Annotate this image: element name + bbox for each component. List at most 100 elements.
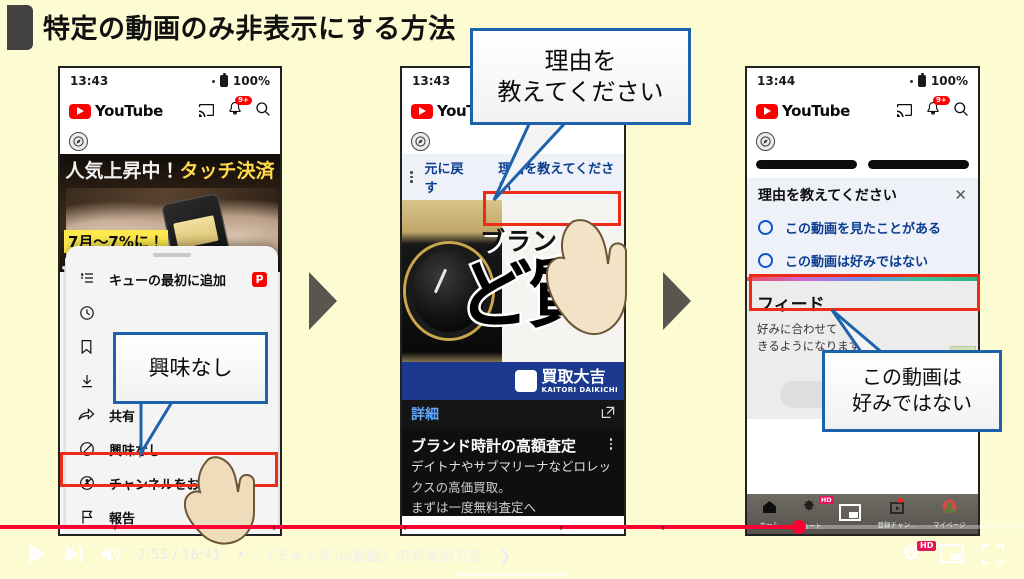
status-battery-1: 100% <box>232 74 270 88</box>
video-desc-line3: まずは一度無料査定へ <box>411 499 537 515</box>
explore-compass-icon[interactable] <box>756 131 775 151</box>
callout-konomi: この動画は 好みではない <box>822 350 1002 432</box>
callout-riyuu-text: 理由を 教えてください <box>497 46 663 107</box>
ad-banner: 買取大吉 KAITORI DAIKICHI <box>402 362 624 400</box>
youtube-header-3: YouTube 9+ <box>747 94 978 128</box>
avatar-icon <box>942 499 957 518</box>
reason-option-watched[interactable]: この動画を見たことがある <box>747 211 978 244</box>
sheet-grip[interactable] <box>153 253 191 257</box>
video-title-2: ブランド時計の高額査定 <box>411 437 577 455</box>
banner-jp: 買取大吉 <box>541 366 606 386</box>
youtube-logo-1: YouTube <box>69 102 163 120</box>
fullscreen-icon[interactable] <box>981 543 1005 568</box>
next-icon[interactable] <box>64 544 84 568</box>
chip-row-1 <box>60 128 280 154</box>
play-icon[interactable] <box>26 542 48 570</box>
flag-icon <box>77 509 96 525</box>
search-icon[interactable] <box>953 101 969 121</box>
ad-headline-white: 人気上昇中！ <box>65 160 180 182</box>
pip-icon <box>838 503 861 525</box>
banner-en: KAITORI DAIKICHI <box>541 385 618 394</box>
callout-riyuu: 理由を 教えてください <box>470 28 691 125</box>
notification-badge-1: 9+ <box>235 96 252 105</box>
video-info-2: ブランド時計の高額査定 デイトナやサブマリーナなどロレッ クスの高価買取。 まず… <box>402 428 624 516</box>
premium-badge: P <box>252 271 267 287</box>
queue-icon <box>77 272 96 286</box>
more-options-icon[interactable] <box>407 171 416 183</box>
explore-compass-icon[interactable] <box>69 131 88 151</box>
youtube-play-icon <box>411 103 433 119</box>
status-time-1: 13:43 <box>70 74 109 88</box>
step-arrow-1-icon <box>309 272 337 330</box>
clock-icon <box>77 305 96 321</box>
menu-item-watch-later[interactable]: 後で見る <box>66 296 278 330</box>
chip-row-3 <box>747 128 978 154</box>
player-video-title: 「チャンネル/動画」の非表示方法 <box>260 549 483 565</box>
step-arrow-2-icon <box>663 272 691 330</box>
notification-badge-3: 9+ <box>933 96 950 105</box>
external-link-icon[interactable] <box>601 405 615 424</box>
progress-track[interactable] <box>0 520 1024 534</box>
video-desc-line1: デイトナやサブマリーナなどロレッ <box>411 459 612 474</box>
notifications-icon[interactable]: 9+ <box>227 96 252 121</box>
callout-konomi-line1: この動画は <box>862 365 962 390</box>
chip-skeleton-1 <box>756 160 857 169</box>
callout-konomi-line2: 好みではない <box>852 391 972 415</box>
battery-icon <box>917 73 926 87</box>
nav-item-pip[interactable] <box>838 503 861 525</box>
subscription-badge-dot <box>897 498 903 503</box>
status-bar-1: 13:43 100% <box>60 68 280 94</box>
reason-panel: 理由を教えてください ✕ この動画を見たことがある この動画は好みではない <box>747 178 978 277</box>
timecode: 7:55 / 16:41 <box>138 548 221 563</box>
status-dot-icon <box>211 79 215 83</box>
callout-riyuu-line1: 理由を <box>544 46 617 75</box>
callout-konomi-text: この動画は 好みではない <box>852 365 972 416</box>
callout-kyominashi-text: 興味なし <box>148 355 233 380</box>
radio-icon[interactable] <box>758 220 773 235</box>
youtube-wordmark-1: YouTube <box>95 102 163 120</box>
chevron-right-icon[interactable]: ❯ <box>499 547 512 565</box>
menu-item-queue[interactable]: キューの最初に追加 P <box>66 262 278 296</box>
notifications-icon[interactable]: 9+ <box>925 96 950 121</box>
pip-icon[interactable] <box>939 543 965 567</box>
share-icon <box>77 408 96 422</box>
youtube-play-icon <box>756 103 778 119</box>
reason-option-label-0: この動画を見たことがある <box>785 222 942 237</box>
reason-heading: 理由を教えてください <box>758 188 897 204</box>
status-time-2: 13:43 <box>412 74 451 88</box>
progress-fill <box>0 525 799 529</box>
menu-label-queue: キューの最初に追加 <box>109 273 227 289</box>
controls-row: 7:55 / 16:41 • 「チャンネル/動画」の非表示方法 ❯ HD <box>0 532 1024 579</box>
battery-icon <box>219 73 228 87</box>
reason-option-dislike[interactable]: この動画は好みではない <box>747 244 978 277</box>
video-desc-line2: クスの高価買取。 <box>411 479 511 495</box>
volume-icon[interactable] <box>100 544 122 568</box>
chip-skeleton-2 <box>868 160 969 169</box>
callout-riyuu-line2: 教えてください <box>497 77 664 106</box>
radio-icon[interactable] <box>758 253 773 268</box>
video-more-icon[interactable] <box>607 438 616 450</box>
chip-skeleton-row <box>747 154 978 178</box>
callout-tail-riyuu <box>476 119 690 202</box>
search-icon[interactable] <box>255 101 271 121</box>
detail-row[interactable]: 詳細 <box>402 400 624 428</box>
undo-button[interactable]: 元に戻す <box>425 158 474 196</box>
gear-icon: HD <box>801 495 834 519</box>
close-icon[interactable]: ✕ <box>954 186 967 204</box>
status-bar-3: 13:44 100% <box>747 68 978 94</box>
explore-compass-icon[interactable] <box>411 131 430 151</box>
pointing-hand-2-icon <box>545 219 627 335</box>
home-icon <box>762 499 777 518</box>
settings-gear-icon[interactable]: HD <box>900 540 937 569</box>
status-dot-icon <box>909 79 913 83</box>
cast-icon[interactable] <box>198 102 215 121</box>
cast-icon[interactable] <box>896 102 913 121</box>
hd-tag-nav: HD <box>818 495 834 504</box>
reason-option-label-1: この動画は好みではない <box>785 255 929 270</box>
status-battery-3: 100% <box>930 74 968 88</box>
callout-kyominashi: 興味なし <box>113 332 268 404</box>
status-time-3: 13:44 <box>757 74 796 88</box>
ad-headline-yellow: タッチ決済 <box>179 160 275 182</box>
subscriptions-icon <box>890 498 904 518</box>
detail-label: 詳細 <box>411 407 439 423</box>
